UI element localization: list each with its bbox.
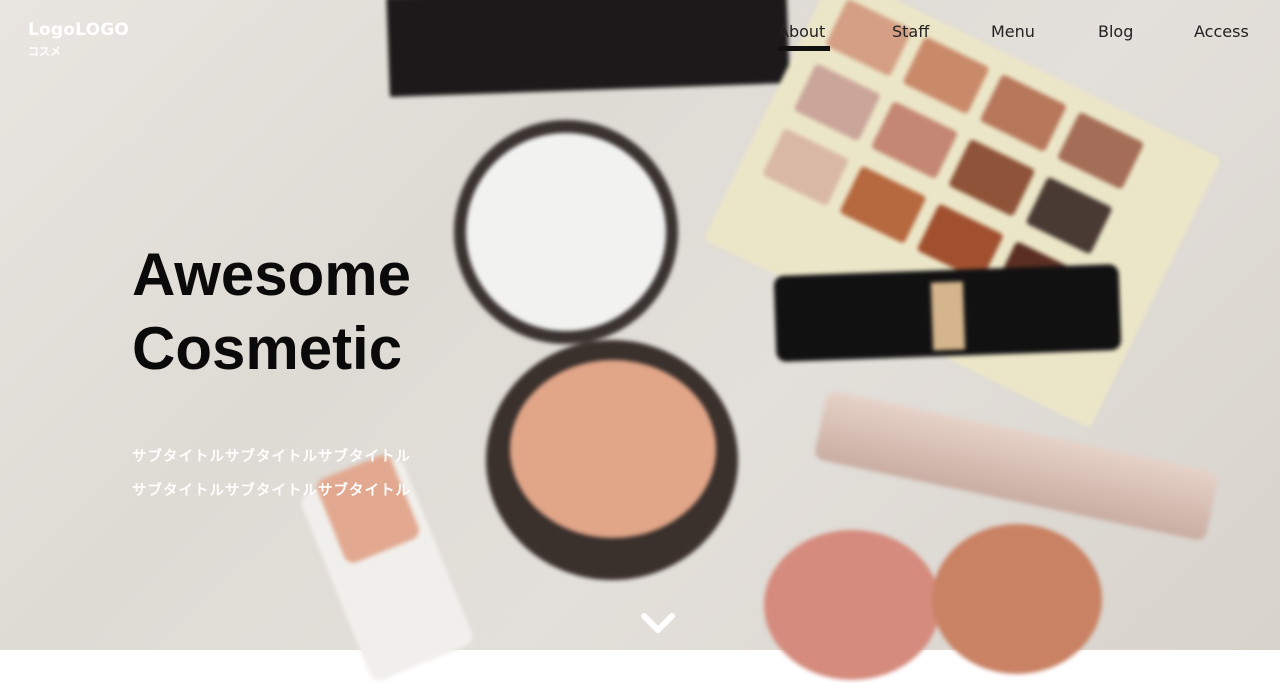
nav-staff-label: Staff (892, 22, 930, 41)
nav-access[interactable]: Access (1194, 22, 1249, 41)
hero-title-line-2: Cosmetic (132, 315, 403, 382)
chevron-down-icon (641, 613, 675, 633)
logo-text: LogoLOGO (28, 20, 130, 40)
logo-subtext: コスメ (28, 45, 61, 58)
nav-about[interactable]: About (778, 22, 830, 51)
nav-blog-label: Blog (1098, 22, 1134, 41)
nav-access-label: Access (1194, 22, 1249, 41)
hero-subtitle-line-1: サブタイトルサブタイトルサブタイトル (132, 449, 411, 465)
hero-title: Awesome Cosmetic (132, 238, 411, 386)
hero-subtitle: サブタイトルサブタイトルサブタイトル サブタイトルサブタイトルサブタイトル (132, 440, 411, 508)
site-logo[interactable]: LogoLOGO コスメ (28, 20, 129, 59)
main-nav: About Staff Menu Blog Access (760, 22, 1280, 52)
scroll-down-button[interactable] (638, 610, 678, 638)
hero-subtitle-line-2: サブタイトルサブタイトルサブタイトル (132, 483, 411, 499)
nav-blog[interactable]: Blog (1098, 22, 1133, 41)
active-indicator (778, 46, 830, 51)
nav-staff[interactable]: Staff (892, 22, 929, 41)
hero-title-line-1: Awesome (132, 241, 412, 308)
nav-about-label: About (778, 22, 826, 41)
nav-menu[interactable]: Menu (991, 22, 1035, 41)
nav-menu-label: Menu (991, 22, 1035, 41)
